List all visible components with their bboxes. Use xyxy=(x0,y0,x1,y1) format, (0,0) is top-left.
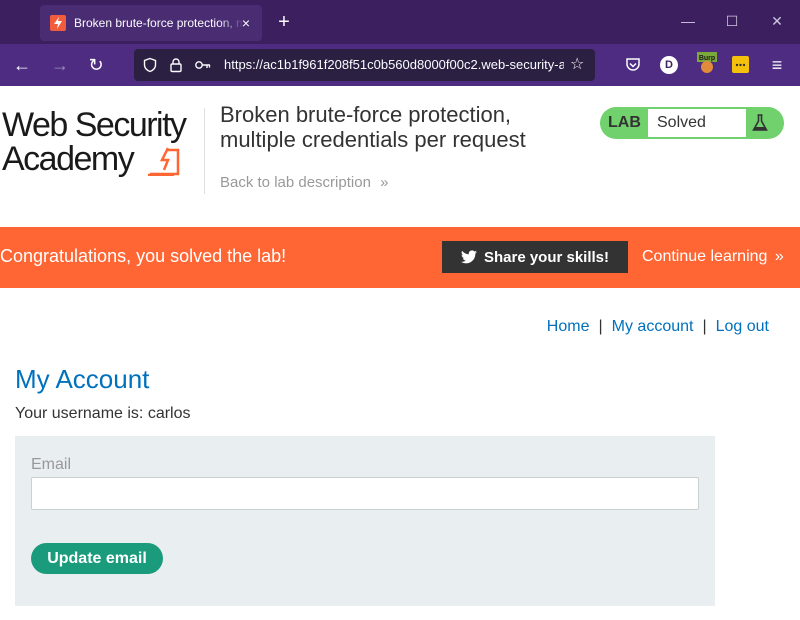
browser-tab[interactable]: Broken brute-force protection, multiple … xyxy=(40,5,262,41)
share-skills-label: Share your skills! xyxy=(483,248,610,266)
lightning-logo-icon xyxy=(148,147,180,176)
nav-separator: | xyxy=(598,318,603,335)
notes-extension-icon[interactable] xyxy=(732,56,749,73)
forward-icon[interactable]: → xyxy=(50,55,70,75)
page-content: Web Security Academy Broken brute-force … xyxy=(0,86,800,620)
lightning-favicon-icon xyxy=(50,15,66,31)
tab-title: Broken brute-force protection, multiple … xyxy=(74,16,244,30)
twitter-icon xyxy=(460,250,477,264)
reload-icon[interactable]: ↻ xyxy=(86,55,106,75)
browser-window: Broken brute-force protection, multiple … xyxy=(0,0,800,620)
key-icon[interactable] xyxy=(194,57,211,73)
my-account-link[interactable]: My account xyxy=(612,318,694,335)
page-title: My Account xyxy=(15,364,150,394)
share-skills-button[interactable]: Share your skills! xyxy=(442,241,628,273)
lock-icon[interactable] xyxy=(168,57,184,73)
logo-line-2: Academy xyxy=(2,140,135,178)
email-field[interactable] xyxy=(31,477,699,510)
burp-extension-icon[interactable]: Burp xyxy=(697,52,717,74)
double-chevron-icon: » xyxy=(380,174,389,191)
lab-badge: LAB xyxy=(608,114,641,131)
header-divider xyxy=(204,108,205,194)
shield-icon[interactable] xyxy=(142,57,158,73)
minimize-icon[interactable]: — xyxy=(680,13,696,29)
email-label: Email xyxy=(31,456,72,473)
lab-title: Broken brute-force protection, multiple … xyxy=(220,102,526,152)
profile-avatar[interactable]: D xyxy=(660,56,678,74)
menu-icon[interactable]: ≡ xyxy=(767,55,787,75)
account-navigation: Home | My account | Log out xyxy=(547,318,769,336)
back-icon[interactable]: ← xyxy=(12,55,32,75)
home-link[interactable]: Home xyxy=(547,318,590,335)
lab-status-text: Solved xyxy=(648,109,746,137)
burp-extension-label: Burp xyxy=(699,55,715,62)
nav-separator: | xyxy=(702,318,707,335)
flask-icon xyxy=(752,114,768,131)
change-email-form: Email Update email xyxy=(15,436,715,606)
web-security-academy-logo[interactable]: Web Security Academy xyxy=(2,106,202,178)
logout-link[interactable]: Log out xyxy=(716,318,769,335)
lab-status-widget: LAB Solved xyxy=(600,107,784,139)
continue-learning-label: Continue learning xyxy=(642,248,768,265)
congratulations-text: Congratulations, you solved the lab! xyxy=(0,246,287,266)
url-bar[interactable]: https://ac1b1f961f208f51c0b560d8000f00c2… xyxy=(134,49,595,81)
double-chevron-icon: » xyxy=(774,248,784,265)
username-text: Your username is: carlos xyxy=(15,405,191,422)
new-tab-icon[interactable]: + xyxy=(274,12,294,32)
update-email-button[interactable]: Update email xyxy=(31,543,163,574)
tab-close-icon[interactable]: × xyxy=(238,15,254,31)
back-to-lab-description-link[interactable]: Back to lab description » xyxy=(220,174,388,191)
navigation-toolbar: ← → ↻ https://ac1b1f961f208f51c0b560d800… xyxy=(0,44,800,86)
bookmark-star-icon[interactable]: ☆ xyxy=(570,57,586,73)
url-text[interactable]: https://ac1b1f961f208f51c0b560d8000f00c2… xyxy=(224,57,564,72)
pocket-icon[interactable] xyxy=(624,56,642,74)
back-link-label: Back to lab description xyxy=(220,174,371,191)
maximize-icon[interactable]: ☐ xyxy=(724,13,740,29)
tab-strip: Broken brute-force protection, multiple … xyxy=(0,0,800,44)
continue-learning-link[interactable]: Continue learning » xyxy=(642,248,784,266)
close-window-icon[interactable]: ✕ xyxy=(769,13,785,29)
lab-solved-banner: Congratulations, you solved the lab! Sha… xyxy=(0,227,800,288)
